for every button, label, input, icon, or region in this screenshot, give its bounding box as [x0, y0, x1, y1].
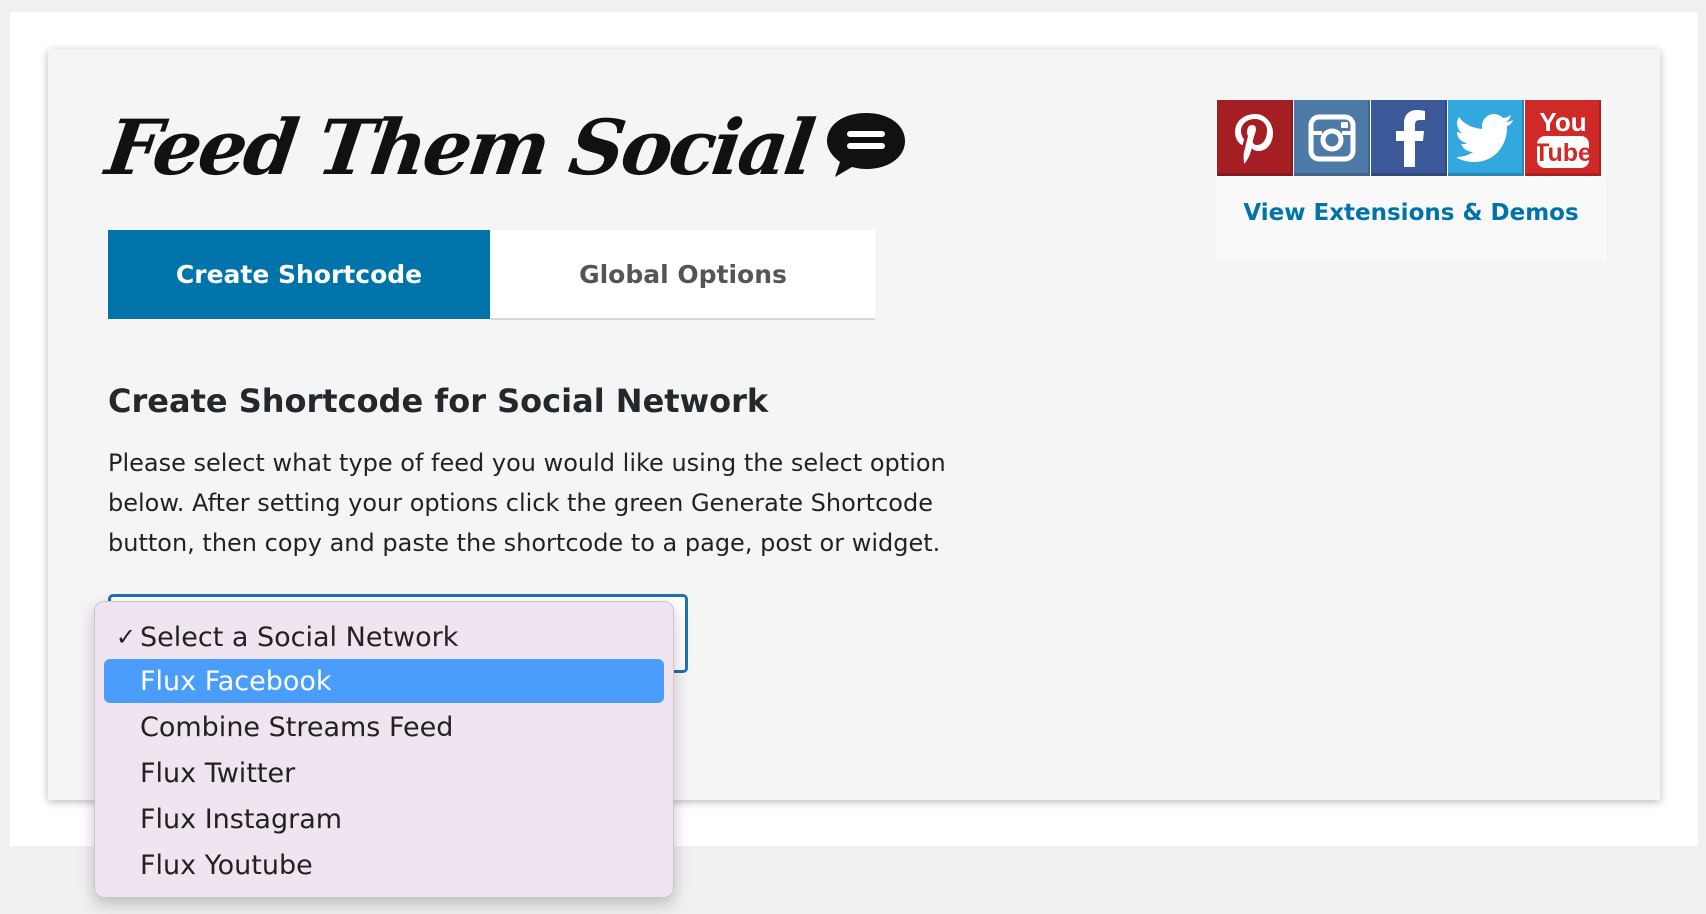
view-extensions-link[interactable]: View Extensions & Demos	[1216, 200, 1606, 226]
dropdown-option-flux-youtube[interactable]: Flux Youtube	[104, 843, 664, 887]
dropdown-option-flux-twitter[interactable]: Flux Twitter	[104, 751, 664, 795]
dropdown-option-flux-instagram[interactable]: Flux Instagram	[104, 797, 664, 841]
social-icons-row: You Tube	[1217, 100, 1602, 176]
twitter-icon[interactable]	[1448, 100, 1524, 176]
facebook-icon[interactable]	[1371, 100, 1447, 176]
tab-global-options[interactable]: Global Options	[491, 230, 875, 320]
pinterest-icon[interactable]	[1217, 100, 1293, 176]
instagram-icon[interactable]	[1294, 100, 1370, 176]
checkmark-icon: ✓	[115, 623, 136, 651]
svg-text:You: You	[1539, 107, 1586, 137]
dropdown-option-select-network[interactable]: ✓ Select a Social Network	[104, 615, 664, 659]
feed-them-social-logo: Feed Them Social	[101, 98, 909, 198]
dropdown-option-combine-streams[interactable]: Combine Streams Feed	[104, 705, 664, 749]
logo-text: Feed Them Social	[100, 103, 818, 192]
speech-bubble-icon	[826, 113, 905, 177]
svg-text:Tube: Tube	[1534, 139, 1592, 167]
section-title: Create Shortcode for Social Network	[108, 382, 769, 420]
social-network-dropdown: ✓ Select a Social Network Flux Facebook …	[94, 601, 674, 898]
tab-bar: Create Shortcode Global Options	[108, 230, 875, 320]
tab-create-shortcode[interactable]: Create Shortcode	[108, 230, 490, 319]
section-description: Please select what type of feed you woul…	[108, 449, 946, 557]
dropdown-option-flux-facebook[interactable]: Flux Facebook	[104, 659, 664, 703]
youtube-icon[interactable]: You Tube	[1525, 100, 1601, 176]
